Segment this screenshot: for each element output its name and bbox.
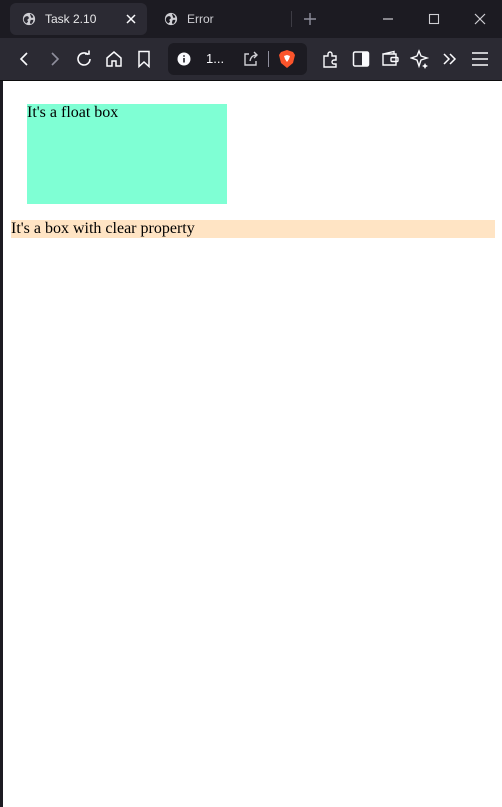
browser-window: Task 2.10 Error 1... It's a float box It… — [0, 0, 502, 807]
overflow-button[interactable] — [439, 48, 461, 70]
minimize-icon[interactable] — [379, 10, 397, 28]
leo-ai-icon — [410, 49, 430, 69]
close-tab-icon[interactable] — [121, 9, 141, 29]
forward-button[interactable] — [43, 48, 65, 70]
tab-title: Task 2.10 — [45, 12, 97, 26]
close-window-icon[interactable] — [471, 10, 489, 28]
forward-arrow-icon — [51, 52, 60, 66]
globe-icon — [164, 12, 178, 26]
reload-icon — [77, 50, 91, 66]
share-icon[interactable] — [242, 50, 260, 68]
back-button[interactable] — [14, 48, 36, 70]
back-arrow-icon — [19, 52, 28, 66]
clear-box: It's a box with clear property — [11, 220, 495, 238]
home-icon — [106, 51, 122, 67]
tab-separator — [291, 11, 292, 27]
menu-button[interactable] — [469, 48, 491, 70]
clear-box-text: It's a box with clear property — [11, 220, 195, 237]
tab-title: Error — [187, 12, 214, 26]
bookmark-icon — [138, 50, 150, 68]
extensions-icon — [323, 51, 337, 68]
overflow-chevrons-icon — [443, 53, 457, 65]
sidebar-button[interactable] — [350, 48, 372, 70]
globe-icon — [22, 12, 36, 26]
site-info-icon[interactable] — [177, 52, 191, 66]
new-tab-plus-icon[interactable] — [301, 10, 319, 28]
float-box-text: It's a float box — [27, 104, 119, 121]
reload-button[interactable] — [73, 48, 95, 70]
wallet-icon — [382, 50, 399, 66]
bookmark-button[interactable] — [133, 48, 155, 70]
url-text[interactable]: 1... — [206, 51, 224, 66]
address-bar-divider — [268, 51, 269, 67]
brave-shields-icon[interactable] — [278, 49, 296, 69]
address-bar[interactable]: 1... — [168, 43, 307, 75]
extensions-button[interactable] — [320, 48, 342, 70]
menu-icon — [472, 52, 488, 66]
page-viewport: It's a float box It's a box with clear p… — [3, 81, 502, 807]
maximize-icon[interactable] — [425, 10, 443, 28]
tab-strip: Task 2.10 Error — [0, 0, 502, 38]
navigation-toolbar: 1... — [0, 38, 502, 81]
wallet-button[interactable] — [380, 48, 402, 70]
leo-ai-button[interactable] — [409, 48, 431, 70]
sidebar-icon — [352, 51, 370, 67]
tab-error[interactable]: Error — [152, 3, 284, 35]
tab-task-2-10[interactable]: Task 2.10 — [10, 3, 147, 35]
home-button[interactable] — [103, 48, 125, 70]
float-box: It's a float box — [27, 104, 227, 204]
